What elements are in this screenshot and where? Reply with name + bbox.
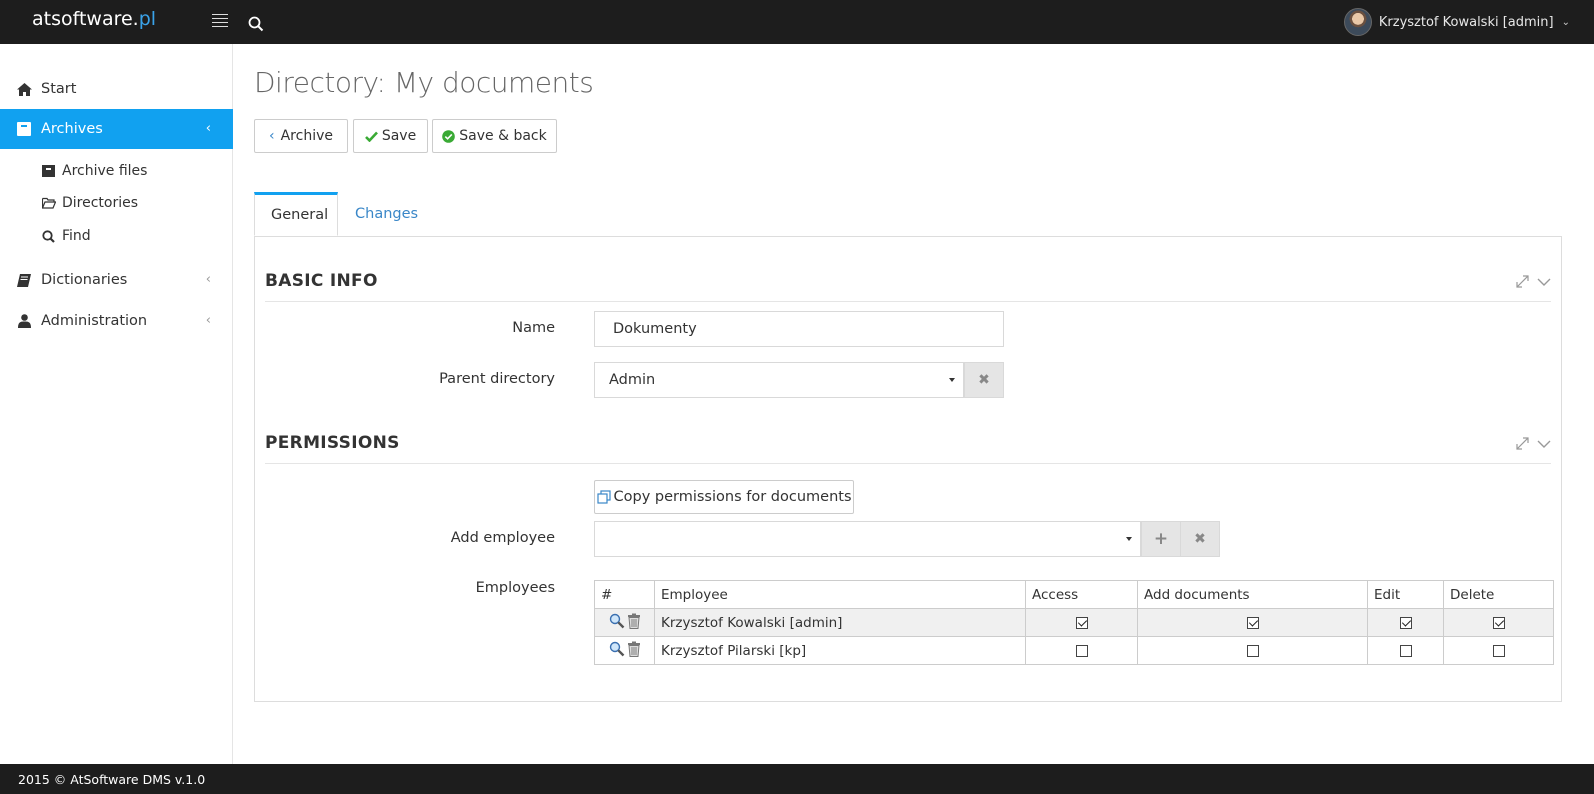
chevron-left-icon: ‹ xyxy=(205,121,211,136)
row-actions xyxy=(594,608,655,637)
section-tools xyxy=(1516,437,1551,454)
sidebar: Start Archives ‹ Archive files Directori… xyxy=(0,44,233,764)
edit-checkbox[interactable] xyxy=(1399,616,1412,629)
copy-permissions-button[interactable]: Copy permissions for documents xyxy=(594,480,854,514)
employee-name: Krzysztof Kowalski [admin] xyxy=(654,608,1026,637)
copy-icon xyxy=(596,490,611,504)
clear-parent-button[interactable]: ✖ xyxy=(964,362,1004,398)
user-name: Krzysztof Kowalski [admin] xyxy=(1378,14,1554,30)
sidebar-item-dictionaries[interactable]: Dictionaries ‹ xyxy=(0,260,233,300)
chevron-left-icon: ‹ xyxy=(269,128,275,144)
close-icon: ✖ xyxy=(1194,531,1206,547)
check-circle-icon xyxy=(442,129,456,143)
archive-icon xyxy=(16,122,32,136)
expand-icon[interactable] xyxy=(1516,437,1529,454)
sidebar-item-administration[interactable]: Administration ‹ xyxy=(0,301,233,341)
trash-icon[interactable] xyxy=(627,613,641,633)
archive-back-button[interactable]: ‹ Archive xyxy=(254,119,348,153)
column-header: Add documents xyxy=(1137,580,1368,609)
magnifier-icon[interactable] xyxy=(609,613,625,633)
brand-logo[interactable]: atsoftware.pl xyxy=(32,8,156,30)
save-and-back-button[interactable]: Save & back xyxy=(432,119,557,153)
chevron-down-icon[interactable] xyxy=(1537,437,1551,454)
user-menu[interactable]: Krzysztof Kowalski [admin] ⌄ xyxy=(1343,8,1570,36)
column-header: Delete xyxy=(1443,580,1554,609)
add-employee-label: Add employee xyxy=(450,530,555,546)
table-row: Krzysztof Pilarski [kp] xyxy=(594,636,1554,665)
home-icon xyxy=(16,82,32,96)
close-icon: ✖ xyxy=(978,372,990,388)
access-checkbox[interactable] xyxy=(1075,616,1088,629)
delete-checkbox[interactable] xyxy=(1492,644,1505,657)
section-divider xyxy=(265,301,1551,302)
save-button[interactable]: Save xyxy=(353,119,428,153)
sidebar-subitem-directories[interactable]: Directories xyxy=(42,191,138,215)
employee-name: Krzysztof Pilarski [kp] xyxy=(654,636,1026,665)
parent-directory-select[interactable]: Admin xyxy=(594,362,964,398)
parent-directory-label: Parent directory xyxy=(439,371,555,387)
chevron-left-icon: ‹ xyxy=(205,313,211,328)
name-input[interactable]: Dokumenty xyxy=(594,311,1004,347)
chevron-down-icon: ⌄ xyxy=(1561,16,1570,28)
book-icon xyxy=(16,273,32,287)
add-employee-button[interactable]: + xyxy=(1141,521,1181,557)
employees-label: Employees xyxy=(475,580,555,596)
chevron-left-icon: ‹ xyxy=(205,272,211,287)
caret-down-icon xyxy=(1126,537,1132,541)
search-icon xyxy=(42,229,56,243)
table-header-row: # Employee Access Add documents Edit Del… xyxy=(594,580,1554,609)
sidebar-item-label: Start xyxy=(41,81,77,97)
expand-icon[interactable] xyxy=(1516,275,1529,292)
column-header: Edit xyxy=(1367,580,1444,609)
user-icon xyxy=(16,314,32,328)
magnifier-icon[interactable] xyxy=(609,641,625,661)
tab-content-panel: BASIC INFO Name Dokumenty Parent directo… xyxy=(254,236,1562,702)
folder-open-icon xyxy=(42,197,56,209)
add-documents-checkbox[interactable] xyxy=(1246,644,1259,657)
add-employee-select[interactable] xyxy=(594,521,1141,557)
name-label: Name xyxy=(512,320,555,336)
section-title-permissions: PERMISSIONS xyxy=(265,433,400,453)
sidebar-item-label: Administration xyxy=(41,313,148,329)
access-checkbox[interactable] xyxy=(1075,644,1088,657)
edit-checkbox[interactable] xyxy=(1399,644,1412,657)
plus-icon: + xyxy=(1153,529,1169,549)
archive-box-icon xyxy=(42,165,56,177)
column-header: # xyxy=(594,580,655,609)
clear-employee-button[interactable]: ✖ xyxy=(1180,521,1220,557)
trash-icon[interactable] xyxy=(627,641,641,661)
table-row: Krzysztof Kowalski [admin] xyxy=(594,608,1554,637)
tab-general[interactable]: General xyxy=(254,192,338,236)
footer-text: 2015 © AtSoftware DMS v.1.0 xyxy=(18,771,206,787)
employees-table: # Employee Access Add documents Edit Del… xyxy=(594,580,1554,665)
sidebar-item-label: Dictionaries xyxy=(41,272,128,288)
tab-changes[interactable]: Changes xyxy=(339,192,434,236)
caret-down-icon xyxy=(949,378,955,382)
top-navbar: atsoftware.pl Krzysztof Kowalski [admin]… xyxy=(0,0,1594,44)
page-title: Directory: My documents xyxy=(254,66,594,99)
add-documents-checkbox[interactable] xyxy=(1246,616,1259,629)
row-actions xyxy=(594,636,655,665)
column-header: Employee xyxy=(654,580,1026,609)
footer: 2015 © AtSoftware DMS v.1.0 xyxy=(0,764,1594,794)
menu-toggle-icon[interactable] xyxy=(212,14,228,28)
sidebar-item-label: Archives xyxy=(41,121,103,137)
chevron-down-icon[interactable] xyxy=(1537,275,1551,292)
section-divider xyxy=(265,463,1551,464)
avatar xyxy=(1343,8,1372,36)
section-tools xyxy=(1516,275,1551,292)
delete-checkbox[interactable] xyxy=(1492,616,1505,629)
sidebar-subitem-find[interactable]: Find xyxy=(42,224,91,248)
column-header: Access xyxy=(1025,580,1138,609)
search-icon[interactable] xyxy=(248,16,264,36)
sidebar-subitem-archive-files[interactable]: Archive files xyxy=(42,159,147,183)
section-title-basic-info: BASIC INFO xyxy=(265,271,378,291)
sidebar-item-start[interactable]: Start xyxy=(0,69,233,109)
check-icon xyxy=(364,131,378,142)
sidebar-item-archives[interactable]: Archives ‹ xyxy=(0,109,233,149)
